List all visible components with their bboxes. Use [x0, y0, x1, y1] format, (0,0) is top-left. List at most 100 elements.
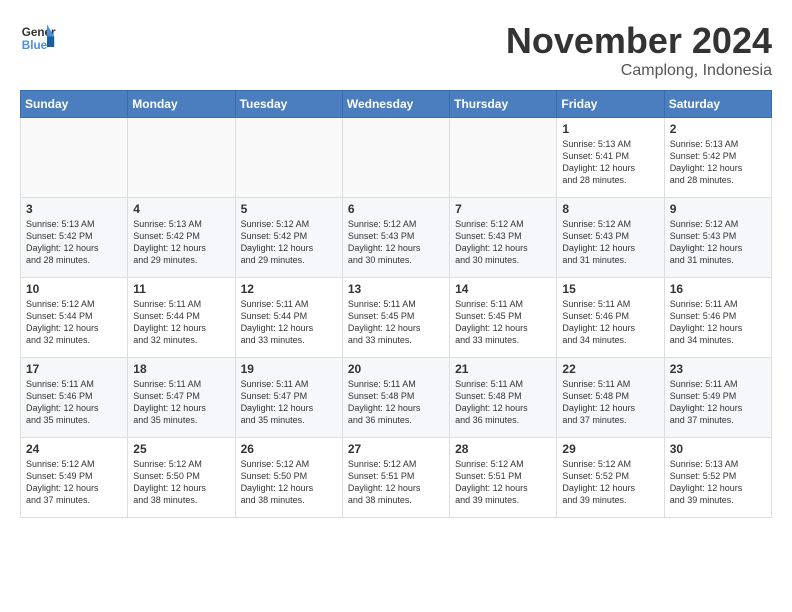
calendar-day-27: 27 Sunrise: 5:12 AM Sunset: 5:51 PM Dayli…	[342, 438, 449, 518]
month-title: November 2024	[506, 20, 772, 62]
calendar-week-1: 1 Sunrise: 5:13 AM Sunset: 5:41 PM Daylig…	[21, 118, 772, 198]
day-info: Sunrise: 5:12 AM Sunset: 5:50 PM Dayligh…	[133, 458, 229, 507]
day-number: 7	[455, 202, 551, 216]
day-info: Sunrise: 5:11 AM Sunset: 5:44 PM Dayligh…	[133, 298, 229, 347]
day-info: Sunrise: 5:12 AM Sunset: 5:50 PM Dayligh…	[241, 458, 337, 507]
logo: General Blue	[20, 20, 56, 56]
day-info: Sunrise: 5:13 AM Sunset: 5:41 PM Dayligh…	[562, 138, 658, 187]
weekday-header-friday: Friday	[557, 91, 664, 118]
day-info: Sunrise: 5:11 AM Sunset: 5:46 PM Dayligh…	[26, 378, 122, 427]
day-info: Sunrise: 5:12 AM Sunset: 5:42 PM Dayligh…	[241, 218, 337, 267]
day-info: Sunrise: 5:13 AM Sunset: 5:42 PM Dayligh…	[670, 138, 766, 187]
day-info: Sunrise: 5:12 AM Sunset: 5:43 PM Dayligh…	[670, 218, 766, 267]
day-number: 10	[26, 282, 122, 296]
calendar-day-13: 13 Sunrise: 5:11 AM Sunset: 5:45 PM Dayli…	[342, 278, 449, 358]
day-number: 9	[670, 202, 766, 216]
calendar-day-15: 15Sunrise: 5:11 AM Sunset: 5:46 PM Dayli…	[557, 278, 664, 358]
empty-day	[235, 118, 342, 198]
calendar-day-16: 16 Sunrise: 5:11 AM Sunset: 5:46 PM Dayli…	[664, 278, 771, 358]
day-number: 13	[348, 282, 444, 296]
calendar-day-12: 12 Sunrise: 5:11 AM Sunset: 5:44 PM Dayli…	[235, 278, 342, 358]
empty-day	[450, 118, 557, 198]
day-number: 22	[562, 362, 658, 376]
day-info: Sunrise: 5:13 AM Sunset: 5:52 PM Dayligh…	[670, 458, 766, 507]
empty-day	[342, 118, 449, 198]
day-number: 25	[133, 442, 229, 456]
calendar-table: SundayMondayTuesdayWednesdayThursdayFrid…	[20, 90, 772, 518]
calendar-day-19: 19 Sunrise: 5:11 AM Sunset: 5:47 PM Dayli…	[235, 358, 342, 438]
calendar-day-10: 10 Sunrise: 5:12 AM Sunset: 5:44 PM Dayli…	[21, 278, 128, 358]
day-number: 15	[562, 282, 658, 296]
empty-day	[21, 118, 128, 198]
page-header: General Blue November 2024 Camplong, Ind…	[20, 20, 772, 80]
day-info: Sunrise: 5:12 AM Sunset: 5:44 PM Dayligh…	[26, 298, 122, 347]
empty-day	[128, 118, 235, 198]
calendar-day-30: 30 Sunrise: 5:13 AM Sunset: 5:52 PM Dayli…	[664, 438, 771, 518]
day-info: Sunrise: 5:12 AM Sunset: 5:51 PM Dayligh…	[455, 458, 551, 507]
day-info: Sunrise: 5:11 AM Sunset: 5:49 PM Dayligh…	[670, 378, 766, 427]
day-info: Sunrise: 5:12 AM Sunset: 5:43 PM Dayligh…	[455, 218, 551, 267]
day-info: Sunrise: 5:11 AM Sunset: 5:45 PM Dayligh…	[348, 298, 444, 347]
day-number: 27	[348, 442, 444, 456]
calendar-day-1: 1 Sunrise: 5:13 AM Sunset: 5:41 PM Daylig…	[557, 118, 664, 198]
day-number: 14	[455, 282, 551, 296]
day-number: 26	[241, 442, 337, 456]
calendar-day-21: 21 Sunrise: 5:11 AM Sunset: 5:48 PM Dayli…	[450, 358, 557, 438]
calendar-day-28: 28 Sunrise: 5:12 AM Sunset: 5:51 PM Dayli…	[450, 438, 557, 518]
day-number: 24	[26, 442, 122, 456]
day-number: 28	[455, 442, 551, 456]
day-info: Sunrise: 5:12 AM Sunset: 5:51 PM Dayligh…	[348, 458, 444, 507]
weekday-header-sunday: Sunday	[21, 91, 128, 118]
day-number: 18	[133, 362, 229, 376]
day-number: 16	[670, 282, 766, 296]
calendar-day-2: 2Sunrise: 5:13 AM Sunset: 5:42 PM Daylig…	[664, 118, 771, 198]
day-info: Sunrise: 5:11 AM Sunset: 5:45 PM Dayligh…	[455, 298, 551, 347]
calendar-day-9: 9 Sunrise: 5:12 AM Sunset: 5:43 PM Daylig…	[664, 198, 771, 278]
calendar-day-7: 7 Sunrise: 5:12 AM Sunset: 5:43 PM Daylig…	[450, 198, 557, 278]
weekday-header-tuesday: Tuesday	[235, 91, 342, 118]
svg-text:Blue: Blue	[22, 39, 48, 52]
calendar-day-24: 24 Sunrise: 5:12 AM Sunset: 5:49 PM Dayli…	[21, 438, 128, 518]
logo-icon: General Blue	[20, 20, 56, 56]
calendar-day-6: 6 Sunrise: 5:12 AM Sunset: 5:43 PM Daylig…	[342, 198, 449, 278]
day-number: 20	[348, 362, 444, 376]
day-number: 21	[455, 362, 551, 376]
day-number: 12	[241, 282, 337, 296]
day-info: Sunrise: 5:13 AM Sunset: 5:42 PM Dayligh…	[133, 218, 229, 267]
calendar-day-26: 26 Sunrise: 5:12 AM Sunset: 5:50 PM Dayli…	[235, 438, 342, 518]
day-number: 4	[133, 202, 229, 216]
weekday-header-thursday: Thursday	[450, 91, 557, 118]
calendar-day-18: 18 Sunrise: 5:11 AM Sunset: 5:47 PM Dayli…	[128, 358, 235, 438]
calendar-day-17: 17Sunrise: 5:11 AM Sunset: 5:46 PM Dayli…	[21, 358, 128, 438]
calendar-day-4: 4 Sunrise: 5:13 AM Sunset: 5:42 PM Daylig…	[128, 198, 235, 278]
calendar-week-3: 10 Sunrise: 5:12 AM Sunset: 5:44 PM Dayli…	[21, 278, 772, 358]
weekday-header-wednesday: Wednesday	[342, 91, 449, 118]
calendar-week-2: 3 Sunrise: 5:13 AM Sunset: 5:42 PM Daylig…	[21, 198, 772, 278]
day-info: Sunrise: 5:11 AM Sunset: 5:47 PM Dayligh…	[133, 378, 229, 427]
calendar-day-29: 29 Sunrise: 5:12 AM Sunset: 5:52 PM Dayli…	[557, 438, 664, 518]
day-info: Sunrise: 5:12 AM Sunset: 5:52 PM Dayligh…	[562, 458, 658, 507]
day-number: 6	[348, 202, 444, 216]
day-number: 30	[670, 442, 766, 456]
day-number: 8	[562, 202, 658, 216]
calendar-day-8: 8Sunrise: 5:12 AM Sunset: 5:43 PM Daylig…	[557, 198, 664, 278]
day-info: Sunrise: 5:11 AM Sunset: 5:47 PM Dayligh…	[241, 378, 337, 427]
day-number: 1	[562, 122, 658, 136]
day-info: Sunrise: 5:12 AM Sunset: 5:49 PM Dayligh…	[26, 458, 122, 507]
weekday-header-saturday: Saturday	[664, 91, 771, 118]
day-info: Sunrise: 5:13 AM Sunset: 5:42 PM Dayligh…	[26, 218, 122, 267]
day-number: 29	[562, 442, 658, 456]
day-number: 3	[26, 202, 122, 216]
title-block: November 2024 Camplong, Indonesia	[506, 20, 772, 80]
day-info: Sunrise: 5:12 AM Sunset: 5:43 PM Dayligh…	[348, 218, 444, 267]
calendar-day-14: 14 Sunrise: 5:11 AM Sunset: 5:45 PM Dayli…	[450, 278, 557, 358]
weekday-header-monday: Monday	[128, 91, 235, 118]
calendar-day-20: 20Sunrise: 5:11 AM Sunset: 5:48 PM Dayli…	[342, 358, 449, 438]
calendar-day-23: 23Sunrise: 5:11 AM Sunset: 5:49 PM Dayli…	[664, 358, 771, 438]
day-info: Sunrise: 5:11 AM Sunset: 5:48 PM Dayligh…	[455, 378, 551, 427]
day-number: 19	[241, 362, 337, 376]
day-info: Sunrise: 5:11 AM Sunset: 5:44 PM Dayligh…	[241, 298, 337, 347]
day-number: 5	[241, 202, 337, 216]
day-info: Sunrise: 5:11 AM Sunset: 5:46 PM Dayligh…	[670, 298, 766, 347]
weekday-header-row: SundayMondayTuesdayWednesdayThursdayFrid…	[21, 91, 772, 118]
